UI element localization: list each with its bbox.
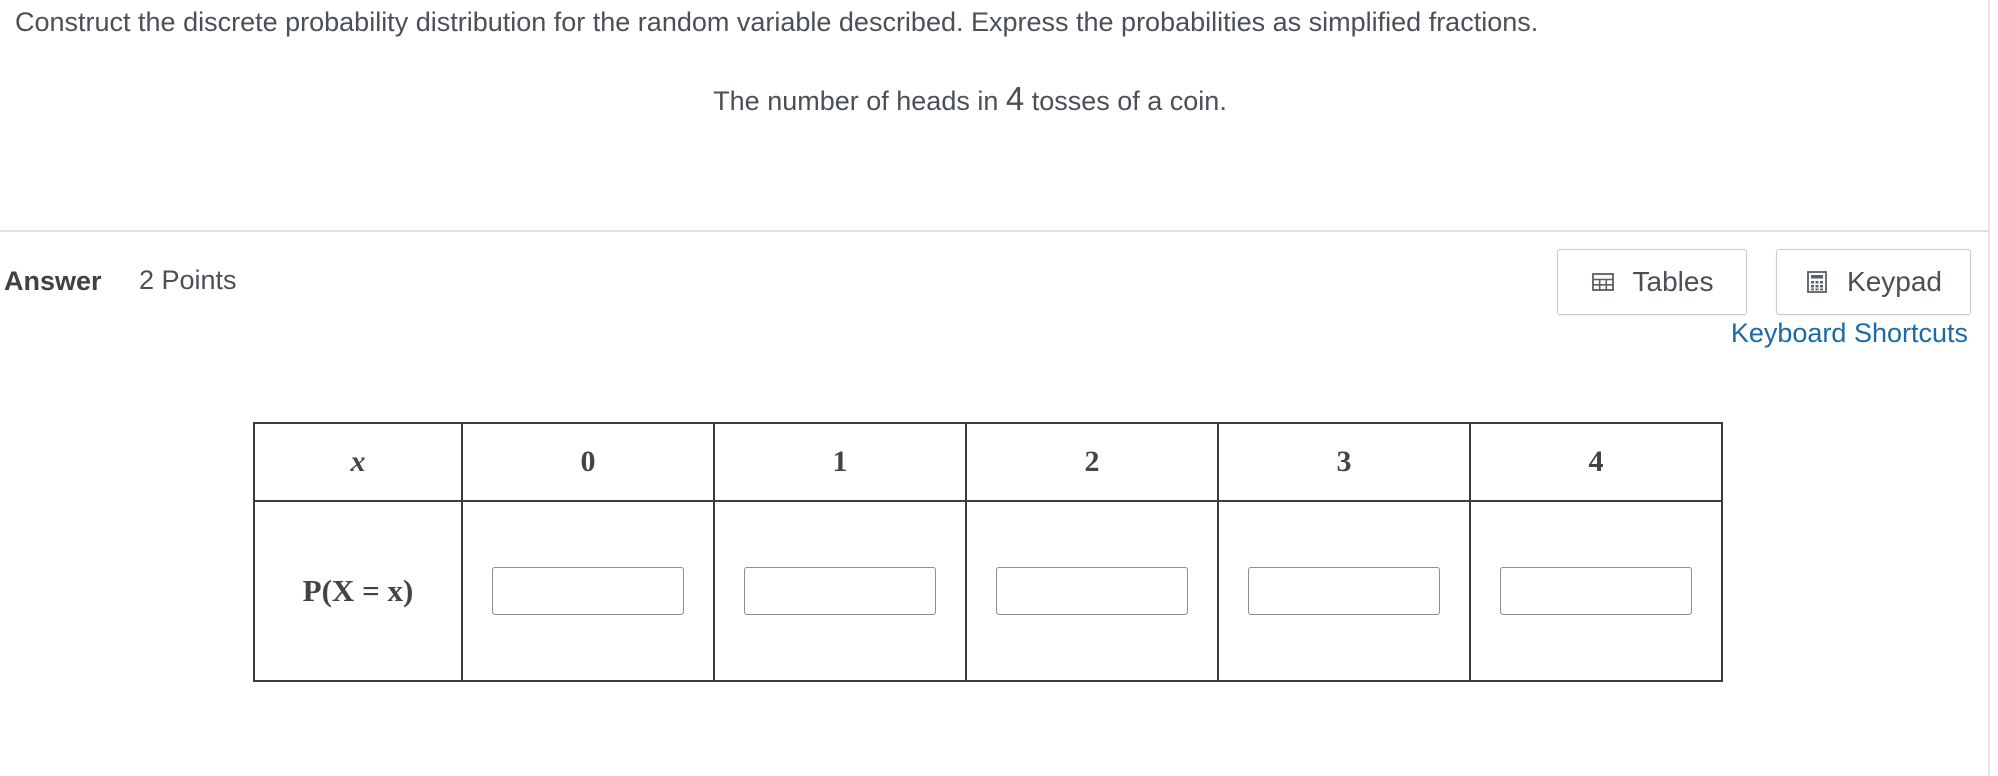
- subprompt-text-before: The number of heads in: [713, 86, 1006, 116]
- probability-input-3[interactable]: [1248, 567, 1440, 615]
- probability-cell-1: [713, 500, 967, 682]
- x-header-cell: x: [253, 422, 463, 502]
- question-prompt: Construct the discrete probability distr…: [15, 7, 1539, 37]
- x-value-cell-1: 1: [713, 422, 967, 502]
- probability-distribution-table: x 0 1 2 3 4 P(X = x): [253, 422, 1723, 682]
- x-value-cell-3: 3: [1217, 422, 1471, 502]
- subprompt-text-after: tosses of a coin.: [1024, 86, 1227, 116]
- calculator-icon: [1807, 271, 1827, 293]
- table-probability-row: P(X = x): [253, 500, 1723, 682]
- keyboard-shortcuts-link[interactable]: Keyboard Shortcuts: [1731, 318, 1968, 349]
- probability-input-0[interactable]: [492, 567, 684, 615]
- probability-cell-2: [965, 500, 1219, 682]
- probability-input-2[interactable]: [996, 567, 1188, 615]
- table-header-row: x 0 1 2 3 4: [253, 422, 1723, 502]
- probability-label-cell: P(X = x): [253, 500, 463, 682]
- tables-button-label: Tables: [1632, 266, 1714, 297]
- probability-input-1[interactable]: [744, 567, 936, 615]
- answer-label: Answer: [4, 266, 102, 296]
- probability-input-4[interactable]: [1500, 567, 1692, 615]
- points-label: 2 Points: [139, 265, 237, 295]
- question-subprompt: The number of heads in 4 tosses of a coi…: [0, 80, 1940, 118]
- probability-cell-0: [461, 500, 715, 682]
- table-grid-icon: [1591, 273, 1614, 291]
- keypad-button-label: Keypad: [1847, 266, 1942, 297]
- keypad-button[interactable]: Keypad: [1776, 249, 1971, 315]
- x-value-cell-0: 0: [461, 422, 715, 502]
- question-area: Construct the discrete probability distr…: [0, 0, 1990, 232]
- probability-cell-3: [1217, 500, 1471, 682]
- probability-cell-4: [1469, 500, 1723, 682]
- x-value-cell-2: 2: [965, 422, 1219, 502]
- answer-area: Answer 2 Points Tables Keypad Keyboard S…: [0, 232, 1990, 776]
- subprompt-number: 4: [1005, 80, 1025, 117]
- tables-button[interactable]: Tables: [1557, 249, 1747, 315]
- x-value-cell-4: 4: [1469, 422, 1723, 502]
